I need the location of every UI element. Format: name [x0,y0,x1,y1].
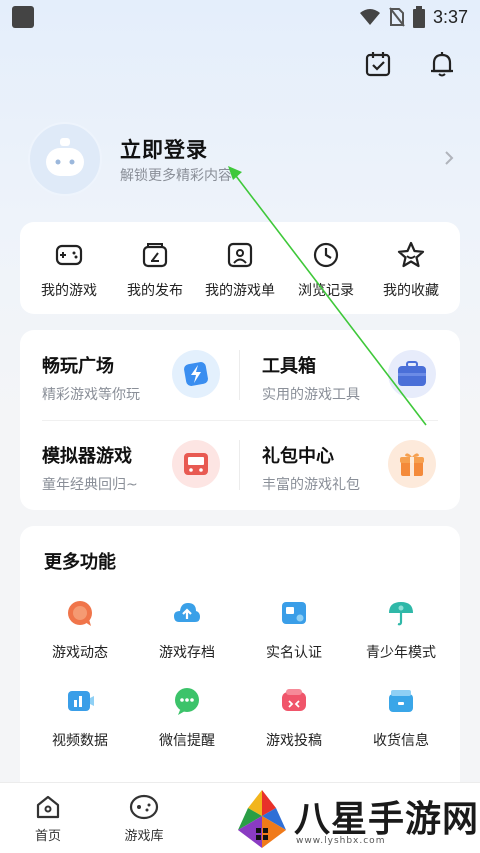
game-library-icon [129,794,159,820]
fn-game-submission[interactable]: 游戏投稿 [239,686,349,750]
game-list-icon [227,242,253,268]
fn-game-saves[interactable]: 游戏存档 [132,598,242,662]
avatar[interactable] [28,122,102,196]
fn-label: 收货信息 [373,733,429,749]
feature-subtitle: 丰富的游戏礼包 [262,477,360,493]
quick-history[interactable]: 浏览记录 [282,240,370,300]
quick-label: 浏览记录 [298,283,354,299]
status-bar: 3:37 [0,0,480,34]
quick-favorites[interactable]: 我的收藏 [367,240,455,300]
bell-icon[interactable] [424,46,460,82]
login-title[interactable]: 立即登录 [120,134,208,164]
nav-home[interactable]: 首页 [3,793,93,844]
quick-my-games[interactable]: 我的游戏 [25,240,113,300]
fn-real-name[interactable]: 实名认证 [239,598,349,662]
fn-label: 视频数据 [52,733,108,749]
nav-label: 首页 [34,829,61,844]
feature-play-plaza[interactable]: 畅玩广场 精彩游戏等你玩 [20,330,240,420]
fn-shipping-info[interactable]: 收货信息 [346,686,456,750]
feature-title: 工具箱 [262,356,316,377]
quick-label: 我的游戏 [41,283,97,299]
fn-label: 游戏动态 [52,645,108,661]
fn-label: 游戏存档 [159,645,215,661]
quick-label: 我的收藏 [383,283,439,299]
quick-links-card: 我的游戏 我的发布 我的游戏单 浏览记录 我的收藏 [20,222,460,314]
fn-game-news[interactable]: 游戏动态 [25,598,135,662]
check-in-calendar-icon[interactable] [360,46,396,82]
nav-label: 游戏库 [124,829,164,844]
umbrella-icon [389,602,413,626]
news-icon [68,601,92,626]
nav-game-library[interactable]: 游戏库 [99,793,189,844]
gamepad-icon [55,244,83,266]
cloud-upload-icon [174,603,200,622]
address-icon [389,690,413,712]
status-icons: 3:37 [359,5,468,29]
clock-icon [313,242,339,268]
no-sim-icon [389,7,405,27]
robot-avatar-icon [46,138,84,176]
gift-icon [388,440,436,488]
feature-subtitle: 精彩游戏等你玩 [42,387,140,403]
star-icon [397,241,425,268]
home-icon [36,795,60,819]
feature-toolbox[interactable]: 工具箱 实用的游戏工具 [240,330,460,420]
watermark-text: 八星手游网 [294,799,480,840]
emulator-icon [172,440,220,488]
quick-label: 我的发布 [127,283,183,299]
fn-label: 青少年模式 [366,645,436,661]
quick-my-game-list[interactable]: 我的游戏单 [196,240,284,300]
watermark-logo-icon [238,790,286,848]
clock-time: 3:37 [432,6,468,27]
quick-my-posts[interactable]: 我的发布 [111,240,199,300]
feature-title: 畅玩广场 [42,356,114,377]
video-stats-icon [68,691,94,711]
quick-label: 我的游戏单 [205,283,275,299]
more-functions-card: 更多功能 游戏动态 游戏存档 实名认证 青少年模式 视频数据 微信提醒 游戏投稿… [20,526,460,796]
fn-video-stats[interactable]: 视频数据 [25,686,135,750]
wechat-icon [175,688,199,715]
watermark: 八星手游网 www.lyshbx.com [230,782,480,853]
battery-icon [412,6,425,28]
fn-wechat-reminder[interactable]: 微信提醒 [132,686,242,750]
chevron-right-icon[interactable] [442,149,456,167]
publish-icon [142,243,168,268]
fn-label: 微信提醒 [159,733,215,749]
feature-subtitle: 童年经典回归~ [42,477,138,493]
login-subtitle: 解锁更多精彩内容 [120,168,232,184]
features-card: 畅玩广场 精彩游戏等你玩 工具箱 实用的游戏工具 模拟器游戏 童年经典回归~ 礼… [20,330,460,510]
more-functions-title: 更多功能 [44,552,116,573]
fn-label: 游戏投稿 [266,733,322,749]
feature-title: 模拟器游戏 [42,446,132,467]
notification-icon [12,6,34,28]
feature-subtitle: 实用的游戏工具 [262,387,360,403]
id-card-icon [282,602,306,624]
fn-label: 实名认证 [266,645,322,661]
lightning-icon [172,350,220,398]
watermark-url: www.lyshbx.com [296,836,386,846]
wifi-icon [359,9,380,25]
fn-teen-mode[interactable]: 青少年模式 [346,598,456,662]
feature-title: 礼包中心 [262,446,334,467]
submit-icon [282,689,306,711]
feature-gift-center[interactable]: 礼包中心 丰富的游戏礼包 [240,420,460,510]
toolbox-icon [388,350,436,398]
feature-emulator[interactable]: 模拟器游戏 童年经典回归~ [20,420,240,510]
